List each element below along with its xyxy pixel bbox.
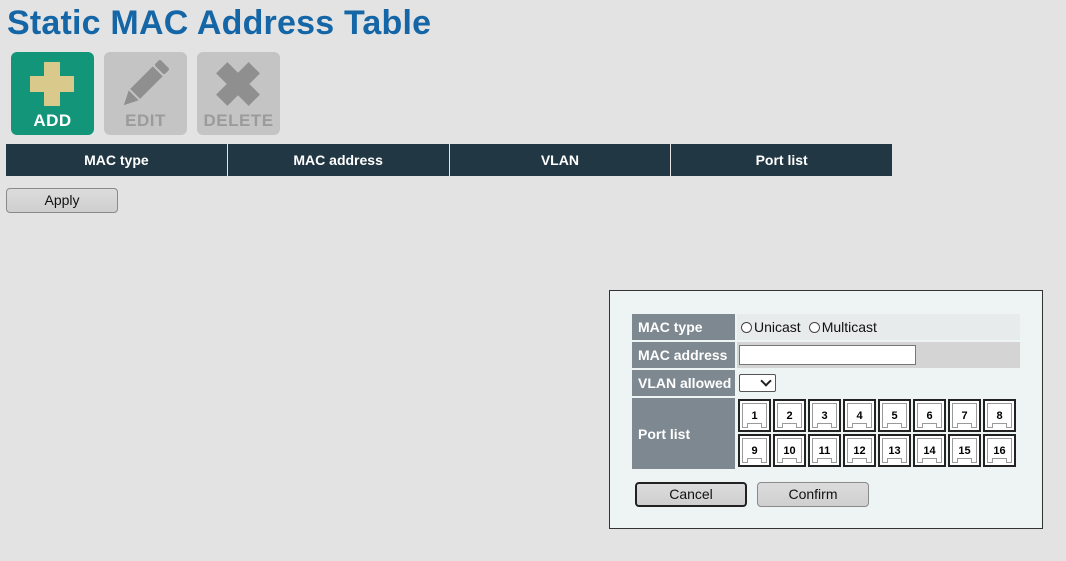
vlan-row: VLAN allowed bbox=[632, 370, 1020, 396]
add-button-label: ADD bbox=[33, 111, 72, 130]
delete-button[interactable]: DELETE bbox=[197, 52, 280, 135]
add-entry-dialog: MAC type Unicast Multicast MAC address V… bbox=[609, 290, 1043, 529]
unicast-label[interactable]: Unicast bbox=[754, 319, 801, 335]
multicast-label[interactable]: Multicast bbox=[822, 319, 877, 335]
port-16[interactable]: 16 bbox=[983, 434, 1016, 467]
cancel-button[interactable]: Cancel bbox=[635, 482, 747, 507]
port-list-label: Port list bbox=[632, 398, 735, 469]
chevron-down-icon bbox=[760, 375, 772, 387]
port-12[interactable]: 12 bbox=[843, 434, 876, 467]
port-9[interactable]: 9 bbox=[738, 434, 771, 467]
edit-button[interactable]: EDIT bbox=[104, 52, 187, 135]
multicast-radio[interactable] bbox=[808, 321, 820, 333]
mac-address-label: MAC address bbox=[632, 342, 735, 368]
port-4[interactable]: 4 bbox=[843, 399, 876, 432]
port-13[interactable]: 13 bbox=[878, 434, 911, 467]
mac-type-label: MAC type bbox=[632, 314, 735, 340]
mac-address-input[interactable] bbox=[739, 345, 916, 365]
delete-button-label: DELETE bbox=[203, 111, 274, 130]
port-2[interactable]: 2 bbox=[773, 399, 806, 432]
mac-table-header: MAC type MAC address VLAN Port list bbox=[6, 144, 892, 176]
column-vlan: VLAN bbox=[450, 144, 672, 176]
port-5[interactable]: 5 bbox=[878, 399, 911, 432]
port-8[interactable]: 8 bbox=[983, 399, 1016, 432]
add-button[interactable]: ADD bbox=[11, 52, 94, 135]
mac-type-row: MAC type Unicast Multicast bbox=[632, 314, 1020, 340]
unicast-radio[interactable] bbox=[741, 321, 752, 333]
port-15[interactable]: 15 bbox=[948, 434, 981, 467]
page-title: Static MAC Address Table bbox=[7, 4, 432, 42]
vlan-select[interactable] bbox=[739, 374, 776, 392]
mac-address-row: MAC address bbox=[632, 342, 1020, 368]
port-10[interactable]: 10 bbox=[773, 434, 806, 467]
port-list-row: Port list 1 2 3 4 5 6 7 8 9 10 11 12 13 … bbox=[632, 398, 1020, 469]
edit-button-label: EDIT bbox=[125, 111, 166, 130]
port-11[interactable]: 11 bbox=[808, 434, 841, 467]
port-3[interactable]: 3 bbox=[808, 399, 841, 432]
column-port-list: Port list bbox=[755, 152, 808, 168]
apply-button[interactable]: Apply bbox=[6, 188, 118, 213]
port-6[interactable]: 6 bbox=[913, 399, 946, 432]
vlan-allowed-label: VLAN allowed bbox=[632, 370, 735, 396]
confirm-button[interactable]: Confirm bbox=[757, 482, 869, 507]
port-14[interactable]: 14 bbox=[913, 434, 946, 467]
column-mac-address: MAC address bbox=[228, 144, 450, 176]
port-7[interactable]: 7 bbox=[948, 399, 981, 432]
port-1[interactable]: 1 bbox=[738, 399, 771, 432]
column-mac-type: MAC type bbox=[6, 144, 228, 176]
